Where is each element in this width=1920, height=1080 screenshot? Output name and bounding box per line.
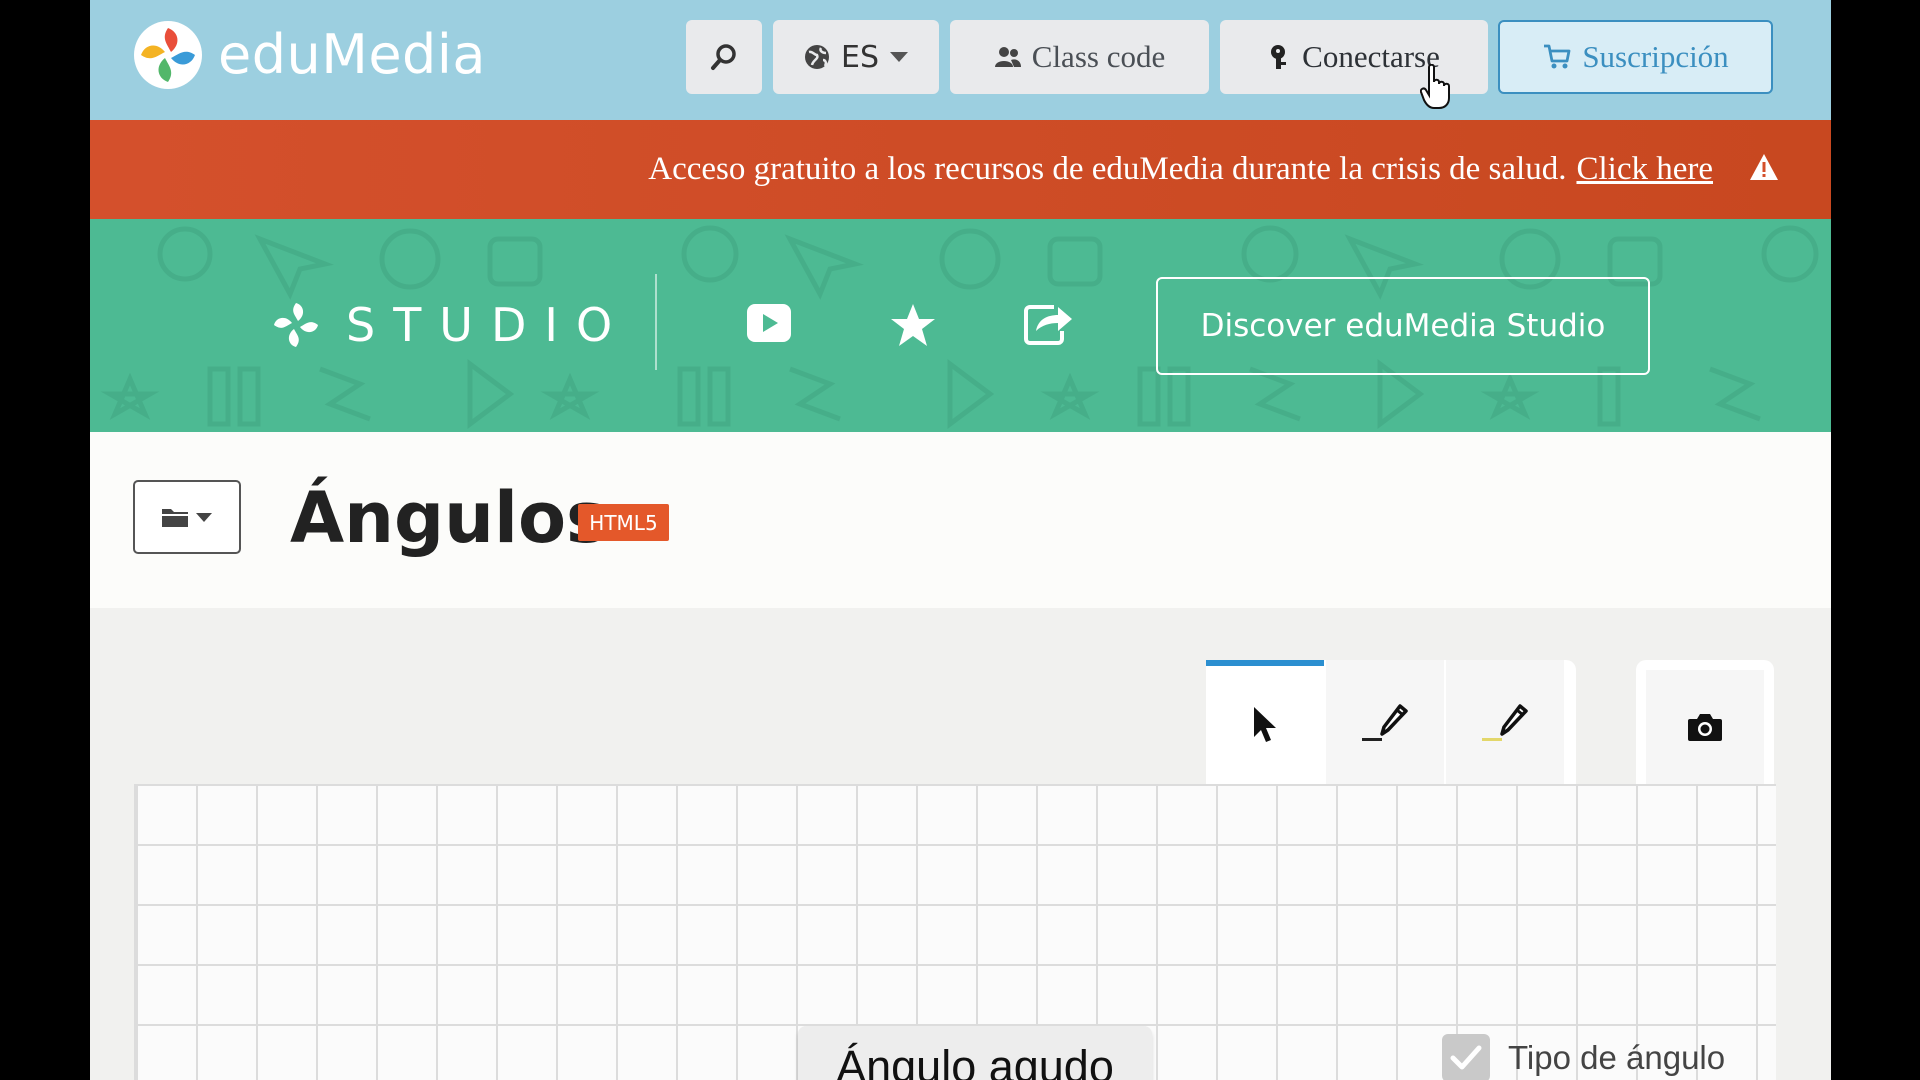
grid-canvas[interactable]: Ángulo agudo Tipo de ángulo <box>134 784 1776 1080</box>
class-code-label: Class code <box>1031 39 1166 74</box>
page: eduMedia ES Class code Conectarse Suscri… <box>90 0 1831 1080</box>
camera-icon <box>1688 714 1722 741</box>
title-bar: Ángulos HTML5 <box>90 432 1831 608</box>
alert-click-here-link[interactable]: Click here <box>1576 151 1713 187</box>
angle-type-checkbox[interactable] <box>1442 1034 1490 1080</box>
warning-icon <box>1750 154 1778 180</box>
cart-icon <box>1544 44 1571 69</box>
subscribe-label: Suscripción <box>1582 39 1729 74</box>
chevron-down-icon <box>196 513 212 522</box>
top-navigation-bar: eduMedia ES Class code Conectarse Suscri… <box>90 0 1831 120</box>
angle-type-label: Ángulo agudo <box>798 1026 1152 1080</box>
class-code-button[interactable]: Class code <box>950 20 1209 94</box>
language-label: ES <box>841 39 879 75</box>
snapshot-panel <box>1636 660 1774 784</box>
html5-badge: HTML5 <box>578 504 669 541</box>
edumedia-logo-icon[interactable] <box>133 20 203 90</box>
folder-menu-button[interactable] <box>133 480 241 554</box>
simulation-area: Ángulo agudo Tipo de ángulo <box>90 608 1831 1080</box>
checkmark-icon <box>1450 1045 1482 1070</box>
hand-cursor-icon <box>1420 64 1450 109</box>
pen-dark-icon <box>1362 704 1408 741</box>
alert-message: Acceso gratuito a los recursos de eduMed… <box>648 151 1567 187</box>
users-icon <box>994 47 1021 67</box>
studio-banner: STUDIO Discover eduMedia Studio <box>90 219 1831 432</box>
drawing-toolbar <box>1206 660 1576 784</box>
camera-button[interactable] <box>1646 670 1764 784</box>
search-button[interactable] <box>686 20 762 94</box>
edumedia-wordmark[interactable]: eduMedia <box>218 20 486 90</box>
search-icon <box>711 44 736 70</box>
studio-wordmark: STUDIO <box>346 298 631 352</box>
alert-banner: Acceso gratuito a los recursos de eduMed… <box>90 120 1831 219</box>
pointer-icon <box>1254 707 1276 742</box>
star-icon[interactable] <box>890 303 936 347</box>
studio-logo-icon <box>274 303 318 347</box>
alert-message-row: Acceso gratuito a los recursos de eduMed… <box>648 120 1713 219</box>
studio-divider <box>655 274 657 370</box>
discover-studio-button[interactable]: Discover eduMedia Studio <box>1156 277 1650 375</box>
globe-icon <box>805 45 829 69</box>
folder-icon <box>162 509 188 527</box>
pen-dark-tool-button[interactable] <box>1326 660 1444 784</box>
pen-yellow-icon <box>1482 704 1528 741</box>
subscribe-button[interactable]: Suscripción <box>1498 20 1773 94</box>
pen-yellow-tool-button[interactable] <box>1446 660 1564 784</box>
language-selector[interactable]: ES <box>773 20 939 94</box>
video-icon[interactable] <box>746 303 792 343</box>
pointer-tool-button[interactable] <box>1206 660 1324 784</box>
chevron-down-icon <box>890 52 908 62</box>
key-icon <box>1271 45 1287 69</box>
share-icon[interactable] <box>1024 303 1074 345</box>
page-title: Ángulos <box>290 477 608 559</box>
angle-type-checkbox-label[interactable]: Tipo de ángulo <box>1508 1034 1725 1080</box>
